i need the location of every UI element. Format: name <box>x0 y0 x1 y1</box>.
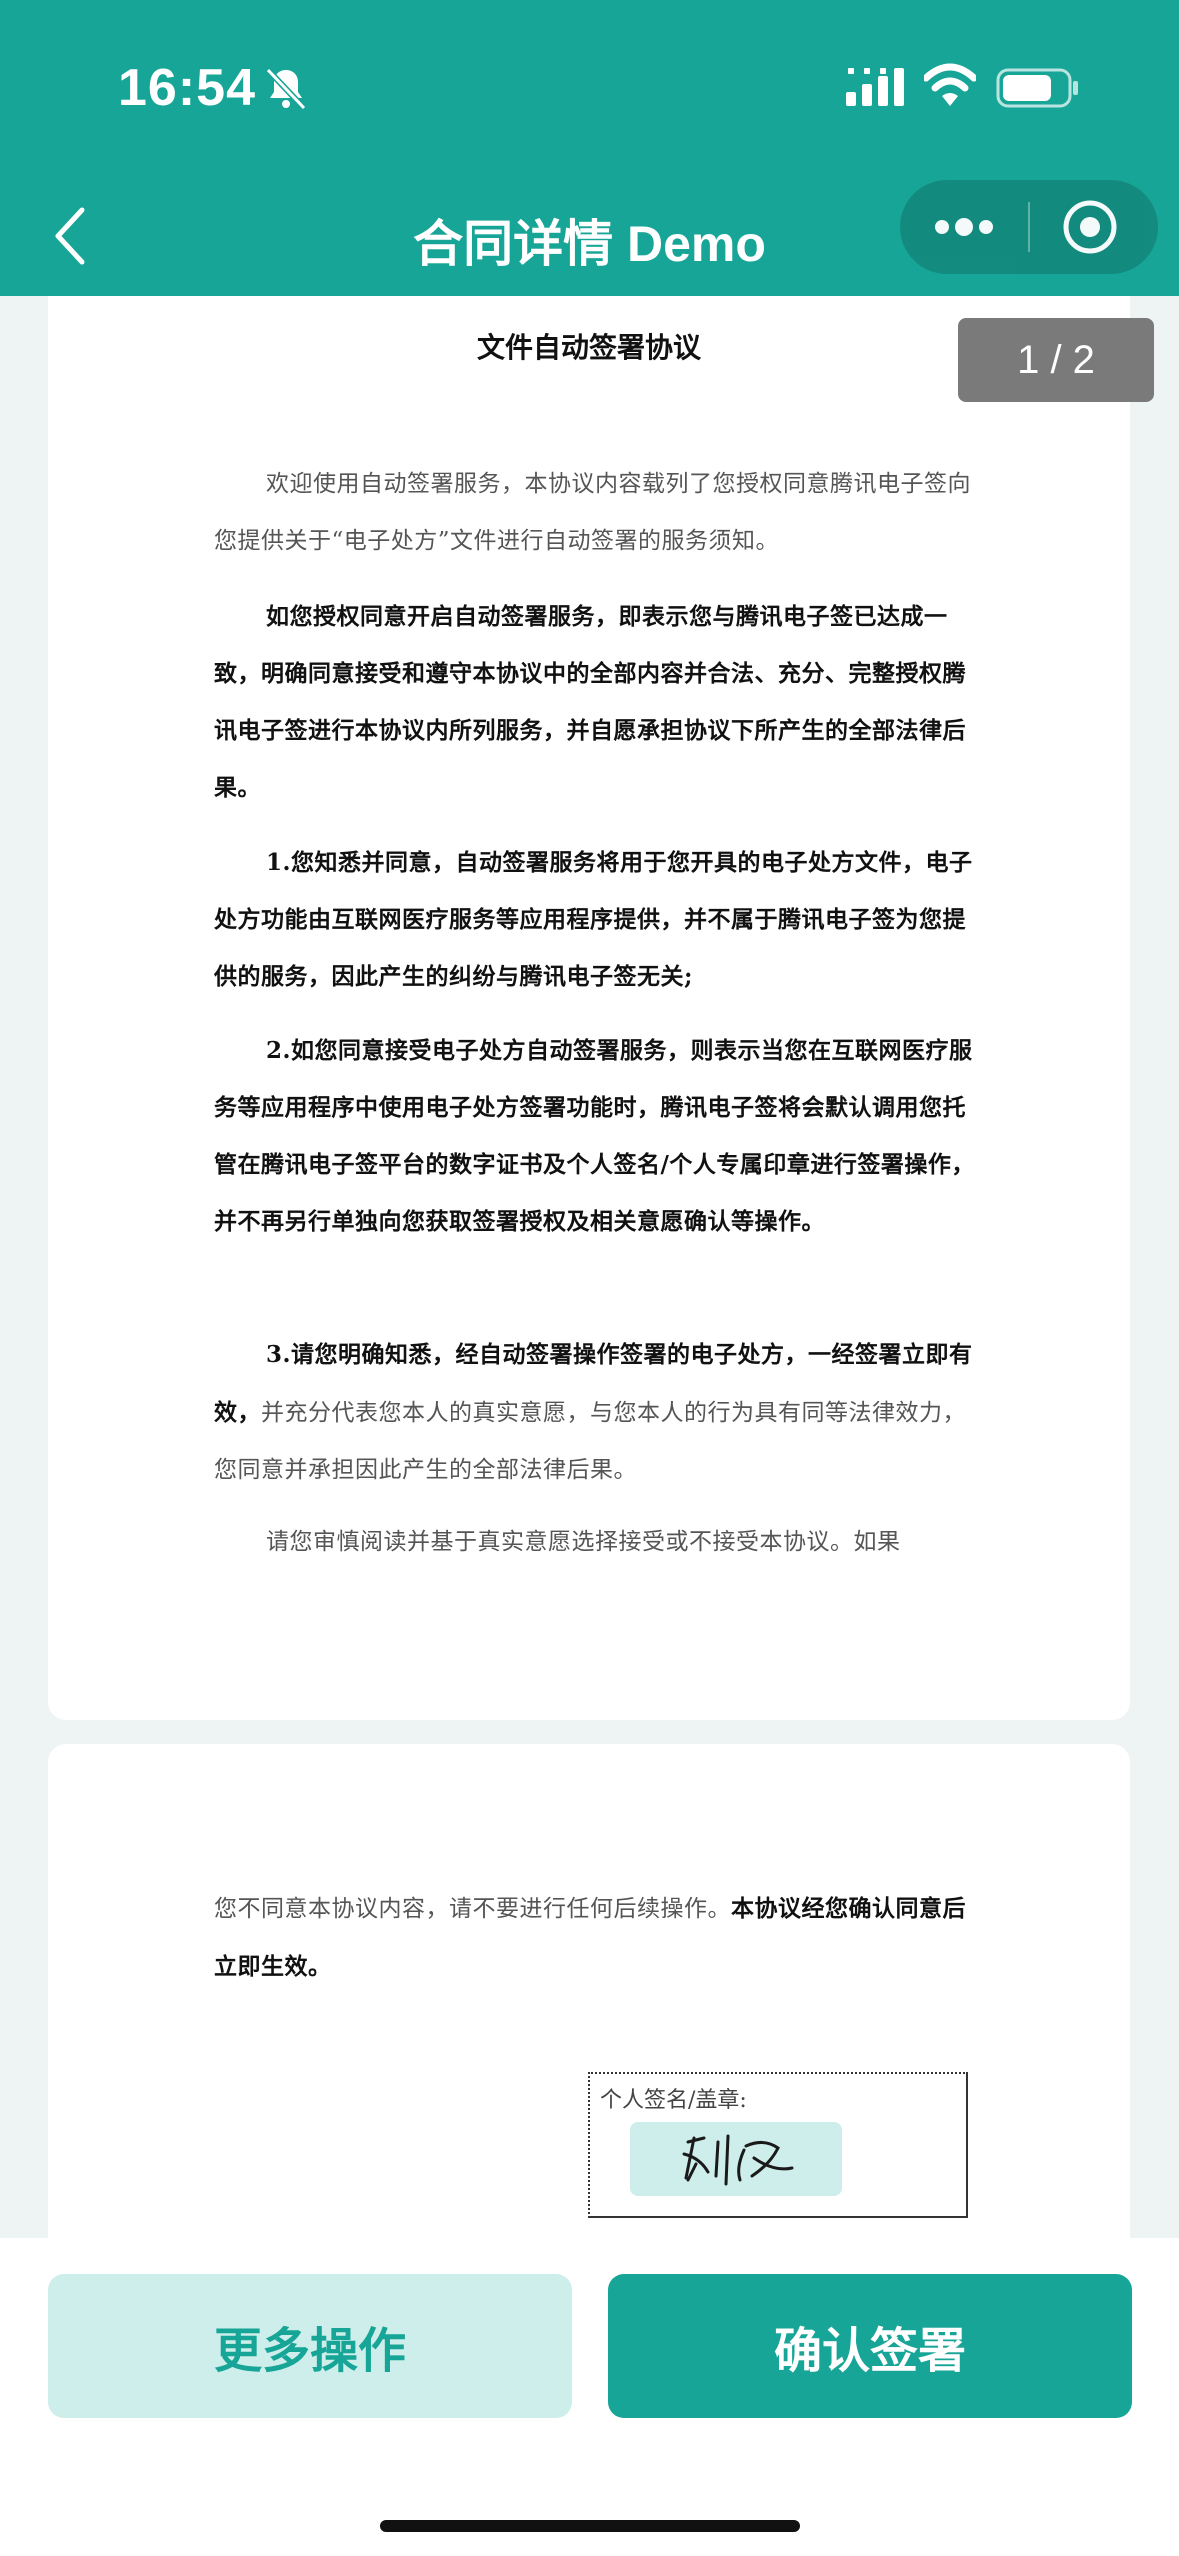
battery-icon <box>996 68 1078 108</box>
document-page-1[interactable]: 文件自动签署协议 欢迎使用自动签署服务，本协议内容载列了您授权同意腾讯电子签向您… <box>48 296 1130 1720</box>
paragraph-page2-normal: 您不同意本协议内容，请不要进行任何后续操作。 <box>214 1896 731 1922</box>
paragraph-consent: 如您授权同意开启自动签署服务，即表示您与腾讯电子签已达成一致，明确同意接受和遵守… <box>214 603 966 801</box>
wifi-icon <box>924 63 976 106</box>
signature-image <box>682 2134 794 2186</box>
nav-bar: 合同详情 Demo <box>0 180 1179 296</box>
signal-icon <box>846 68 904 106</box>
status-bar: 16:54 <box>0 0 1179 180</box>
mini-program-capsule <box>900 180 1158 274</box>
paragraph-closing: 请您审慎阅读并基于真实意愿选择接受或不接受本协议。如果 <box>266 1529 901 1555</box>
page-indicator: 1 / 2 <box>958 318 1154 402</box>
signature-box[interactable]: 个人签名/盖章: <box>588 2072 968 2218</box>
confirm-sign-button[interactable]: 确认签署 <box>608 2274 1132 2418</box>
signature-label: 个人签名/盖章: <box>600 2088 747 2113</box>
footer-bar: 更多操作 确认签署 <box>0 2238 1179 2556</box>
home-indicator[interactable] <box>380 2520 800 2532</box>
more-icon[interactable] <box>900 180 1028 274</box>
paragraph-item-2: 2.如您同意接受电子处方自动签署服务，则表示当您在互联网医疗服务等应用程序中使用… <box>214 1037 975 1235</box>
signature-area[interactable] <box>630 2122 842 2196</box>
close-target-icon[interactable] <box>1030 180 1158 274</box>
status-time: 16:54 <box>118 59 256 117</box>
paragraph-intro: 欢迎使用自动签署服务，本协议内容载列了您授权同意腾讯电子签向您提供关于“电子处方… <box>214 471 971 554</box>
paragraph-item-1: 1.您知悉并同意，自动签署服务将用于您开具的电子处方文件，电子处方功能由互联网医… <box>214 849 973 990</box>
document-page-2[interactable]: 您不同意本协议内容，请不要进行任何后续操作。本协议经您确认同意后立即生效。 个人… <box>48 1744 1130 2304</box>
more-actions-button[interactable]: 更多操作 <box>48 2274 572 2418</box>
bell-slash-icon <box>265 67 307 111</box>
paragraph-item-3-normal: 并充分代表您本人的真实意愿，与您本人的行为具有同等法律效力，您同意并承担因此产生… <box>214 1400 966 1483</box>
paragraph-page2: 您不同意本协议内容，请不要进行任何后续操作。本协议经您确认同意后立即生效。 <box>214 1880 982 1996</box>
paragraph-item-3: 3.请您明确知悉，经自动签署操作签署的电子处方，一经签署立即有效，并充分代表您本… <box>214 1326 982 1499</box>
